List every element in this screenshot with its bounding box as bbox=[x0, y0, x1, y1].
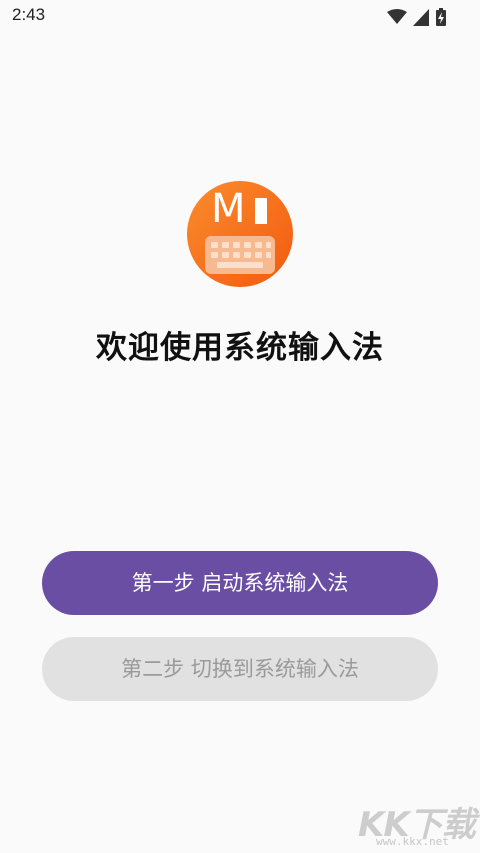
battery-charging-icon bbox=[436, 8, 446, 26]
wifi-icon bbox=[387, 9, 407, 25]
cellular-signal-icon bbox=[413, 8, 430, 26]
logo-letter: M bbox=[211, 186, 246, 232]
watermark-url: www.kkx.net bbox=[376, 835, 449, 848]
step2-switch-ime-button[interactable]: 第二步 切换到系统输入法 bbox=[42, 637, 438, 701]
welcome-title: 欢迎使用系统输入法 bbox=[96, 330, 384, 366]
status-icons bbox=[387, 7, 446, 27]
watermark: KK下载 www.kkx.net bbox=[358, 797, 476, 849]
status-bar: 2:43 bbox=[0, 0, 480, 34]
app-logo: M bbox=[187, 181, 293, 287]
status-time: 2:43 bbox=[12, 5, 46, 24]
step1-enable-ime-button[interactable]: 第一步 启动系统输入法 bbox=[42, 551, 438, 615]
